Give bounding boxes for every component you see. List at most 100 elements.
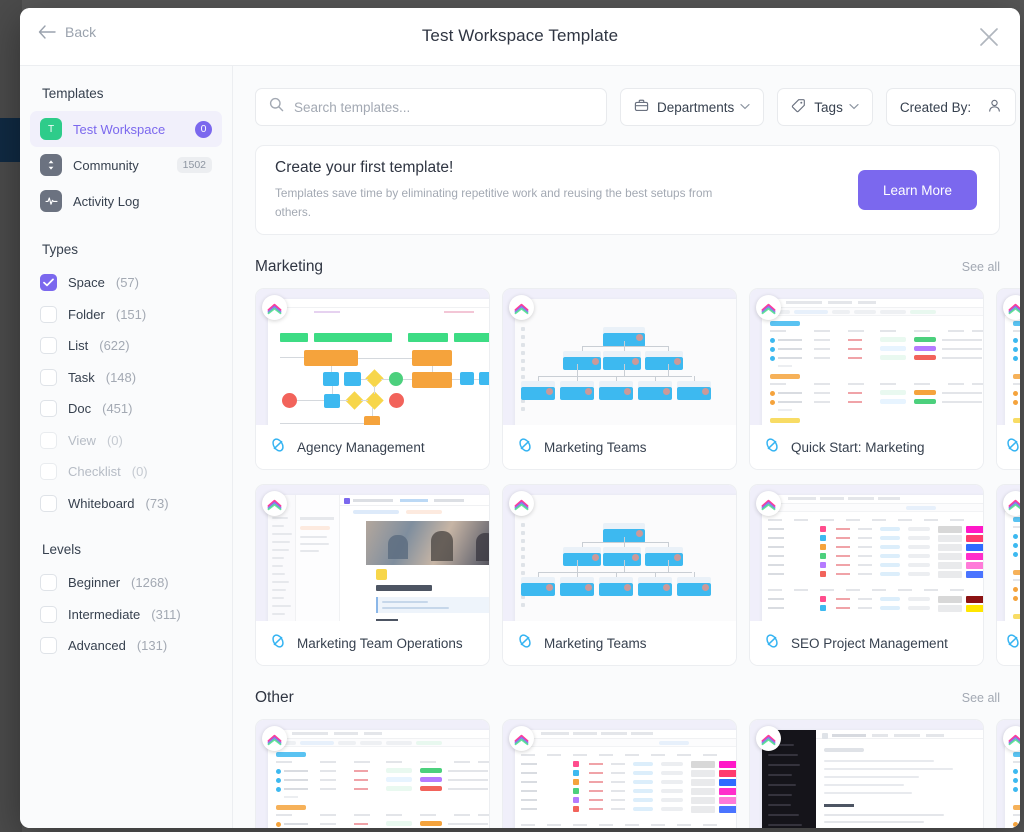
template-card-partial[interactable] [996,288,1020,470]
filter-label: Space [68,275,105,290]
template-card[interactable] [749,719,984,828]
main-content: Departments Tags [233,66,1020,828]
checkbox[interactable] [40,495,57,512]
search-icon [269,97,284,117]
thumbnail-artwork [268,495,489,621]
filter-type-space[interactable]: Space (57) [30,267,222,299]
sidebar-workspace-community[interactable]: Community 1502 [30,147,222,183]
thumbnail-artwork [762,495,983,621]
checkbox[interactable] [40,432,57,449]
see-all-link[interactable]: See all [962,260,1000,274]
filter-label: List [68,338,88,353]
template-card[interactable]: Agency Management [255,288,490,470]
checkbox[interactable] [40,637,57,654]
template-card-title: Marketing Team Operations [297,636,463,651]
sidebar-heading-templates: Templates [20,86,232,111]
checkbox[interactable] [40,306,57,323]
close-icon[interactable] [976,24,1002,50]
template-type-icon [764,633,780,654]
filter-count: (151) [116,307,146,322]
template-card-row [255,719,1020,828]
template-card[interactable]: Marketing Team Operations [255,484,490,666]
user-icon [987,98,1002,116]
sidebar-workspace-test-workspace[interactable]: T Test Workspace 0 [30,111,222,147]
filter-type-doc[interactable]: Doc (451) [30,393,222,425]
template-type-icon [764,437,780,458]
tag-icon [791,98,806,116]
template-card[interactable]: SEO Project Management [749,484,984,666]
thumbnail-artwork [762,299,983,425]
template-card-footer: Agency Management [256,425,489,469]
template-card[interactable] [502,719,737,828]
checkbox[interactable] [40,606,57,623]
filter-level-intermediate[interactable]: Intermediate (311) [30,599,222,631]
see-all-link[interactable]: See all [962,691,1000,705]
filter-count: (451) [102,401,132,416]
filter-level-beginner[interactable]: Beginner (1268) [30,567,222,599]
checkbox[interactable] [40,463,57,480]
search-box[interactable] [255,88,607,126]
workspace-label: Activity Log [73,194,212,209]
filter-count: (622) [99,338,129,353]
checkbox[interactable] [40,369,57,386]
template-thumbnail [997,485,1020,621]
thumbnail-artwork [515,299,736,425]
search-input[interactable] [294,100,593,115]
template-card-footer: SEO Project Management [750,621,983,665]
checkbox[interactable] [40,400,57,417]
sidebar-workspace-activity-log[interactable]: Activity Log [30,183,222,219]
template-card-footer: Marketing Team Operations [256,621,489,665]
section-header: Other See all [255,689,1020,707]
template-card[interactable]: Quick Start: Marketing [749,288,984,470]
screen-root: Back Test Workspace Template Templates T… [0,0,1024,832]
template-thumbnail [503,289,736,425]
filter-type-folder[interactable]: Folder (151) [30,299,222,331]
filter-type-whiteboard[interactable]: Whiteboard (73) [30,488,222,520]
sidebar: Templates T Test Workspace 0 Community 1502 A… [20,66,233,828]
template-card-partial[interactable] [996,484,1020,666]
filter-count: (131) [137,638,167,653]
thumbnail-artwork [762,730,983,828]
tags-filter-button[interactable]: Tags [777,88,873,126]
filter-label: Folder [68,307,105,322]
background-app-sliver [0,118,20,162]
template-card-title: Agency Management [297,440,425,455]
workspace-list: T Test Workspace 0 Community 1502 Activity Lo… [20,111,232,219]
template-card[interactable] [255,719,490,828]
departments-filter-button[interactable]: Departments [620,88,764,126]
workspace-label: Community [73,158,166,173]
workspace-label: Test Workspace [73,122,184,137]
filter-type-view[interactable]: View (0) [30,425,222,457]
template-card-title: SEO Project Management [791,636,948,651]
created-by-filter-button[interactable]: Created By: [886,88,1016,126]
template-type-icon [270,633,286,654]
template-card[interactable]: Marketing Teams [502,484,737,666]
template-card[interactable]: Marketing Teams [502,288,737,470]
template-type-icon [517,633,533,654]
filter-type-task[interactable]: Task (148) [30,362,222,394]
template-card-partial[interactable] [996,719,1020,828]
checkbox[interactable] [40,274,57,291]
community-icon [40,154,62,176]
filter-level-advanced[interactable]: Advanced (131) [30,630,222,662]
template-type-icon [1005,633,1020,654]
checkbox[interactable] [40,337,57,354]
sidebar-heading-types: Types [20,219,232,267]
workspace-avatar: T [40,118,62,140]
filter-type-list[interactable]: List (622) [30,330,222,362]
learn-more-button[interactable]: Learn More [858,170,977,210]
template-card-footer: Marketing Teams [503,425,736,469]
template-source-logo [509,726,534,751]
template-section-other: Other See all [233,689,1020,828]
template-source-logo [756,295,781,320]
filter-type-checklist[interactable]: Checklist (0) [30,456,222,488]
filter-label: Intermediate [68,607,140,622]
filter-count: (73) [145,496,168,511]
checkbox[interactable] [40,574,57,591]
template-type-icon [517,437,533,458]
filter-label: Doc [68,401,91,416]
template-thumbnail [503,485,736,621]
section-header: Marketing See all [255,258,1020,276]
template-source-logo [262,295,287,320]
template-type-icon [1005,437,1020,458]
